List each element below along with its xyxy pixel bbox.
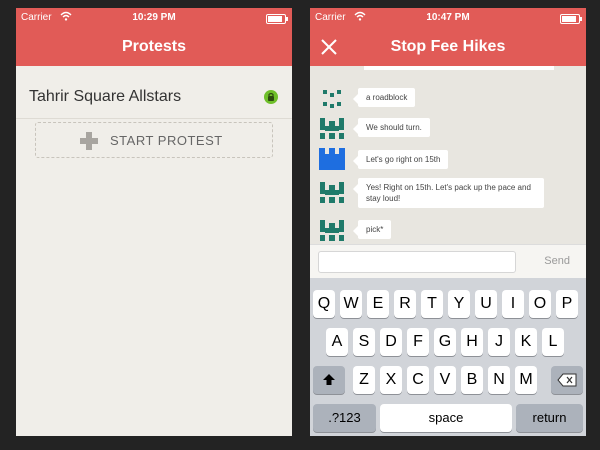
start-protest-button[interactable]: START PROTEST [35,122,273,158]
avatar-icon [320,118,344,139]
shift-icon [323,374,335,385]
avatar-icon [323,90,341,108]
nav-bar: Stop Fee Hikes [310,28,586,66]
start-protest-label: START PROTEST [110,133,223,148]
shift-key[interactable] [313,366,345,394]
message-bubble: Yes! Right on 15th. Let's pack up the pa… [353,178,544,208]
plus-icon [80,132,98,150]
key[interactable]: S [353,328,375,356]
status-bar: Carrier 10:47 PM [310,8,586,28]
chat-screen: Carrier 10:47 PM Stop Fee Hikes a roadbl… [310,8,586,436]
battery-icon [560,14,582,24]
lock-icon [264,90,278,104]
delete-key[interactable] [551,366,583,394]
key[interactable]: O [529,290,551,318]
avatar-icon [319,148,345,170]
key[interactable]: N [488,366,510,394]
group-list-item[interactable]: Tahrir Square Allstars [16,72,292,119]
previous-message-bubble [364,66,554,70]
send-button[interactable]: Send [544,255,570,267]
key[interactable]: J [488,328,510,356]
numbers-key[interactable]: .?123 [313,404,376,432]
key[interactable]: P [556,290,578,318]
message-bubble: Let's go right on 15th [352,150,449,169]
key[interactable]: C [407,366,429,394]
message-bubble: a roadblock [352,88,416,107]
key[interactable]: G [434,328,456,356]
chat-title: Stop Fee Hikes [390,38,506,55]
status-bar: Carrier 10:29 PM [16,8,292,28]
page-title: Protests [121,38,187,55]
message-bubble: We should turn. [353,118,430,137]
key[interactable]: X [380,366,402,394]
space-key[interactable]: space [380,404,512,432]
key[interactable]: Z [353,366,375,394]
key[interactable]: R [394,290,416,318]
key[interactable]: K [515,328,537,356]
key[interactable]: U [475,290,497,318]
clock: 10:29 PM [132,12,176,23]
key[interactable]: I [502,290,524,318]
message-input[interactable] [318,251,516,273]
group-name: Tahrir Square Allstars [29,88,182,105]
key[interactable]: D [380,328,402,356]
message-bubble: pick* [352,220,392,239]
avatar-icon [320,182,344,203]
delete-icon [557,373,577,387]
nav-bar: Protests [16,28,292,66]
message-list[interactable]: a roadblock We should turn. Let's go rig… [310,66,586,252]
protests-screen: Carrier 10:29 PM Protests Tahrir Square … [16,8,292,436]
key[interactable]: V [434,366,456,394]
key[interactable]: B [461,366,483,394]
key[interactable]: E [367,290,389,318]
key[interactable]: T [421,290,443,318]
key[interactable]: M [515,366,537,394]
key[interactable]: A [326,328,348,356]
key[interactable]: W [340,290,362,318]
avatar-icon [320,220,344,241]
key[interactable]: L [542,328,564,356]
key[interactable]: Y [448,290,470,318]
keyboard: QWERTYUIOP ASDFGHJKL ZXCVBNM .?123 space… [310,278,586,436]
key[interactable]: F [407,328,429,356]
key[interactable]: Q [313,290,335,318]
battery-icon [266,14,288,24]
clock: 10:47 PM [426,12,470,23]
key[interactable]: H [461,328,483,356]
return-key[interactable]: return [516,404,583,432]
